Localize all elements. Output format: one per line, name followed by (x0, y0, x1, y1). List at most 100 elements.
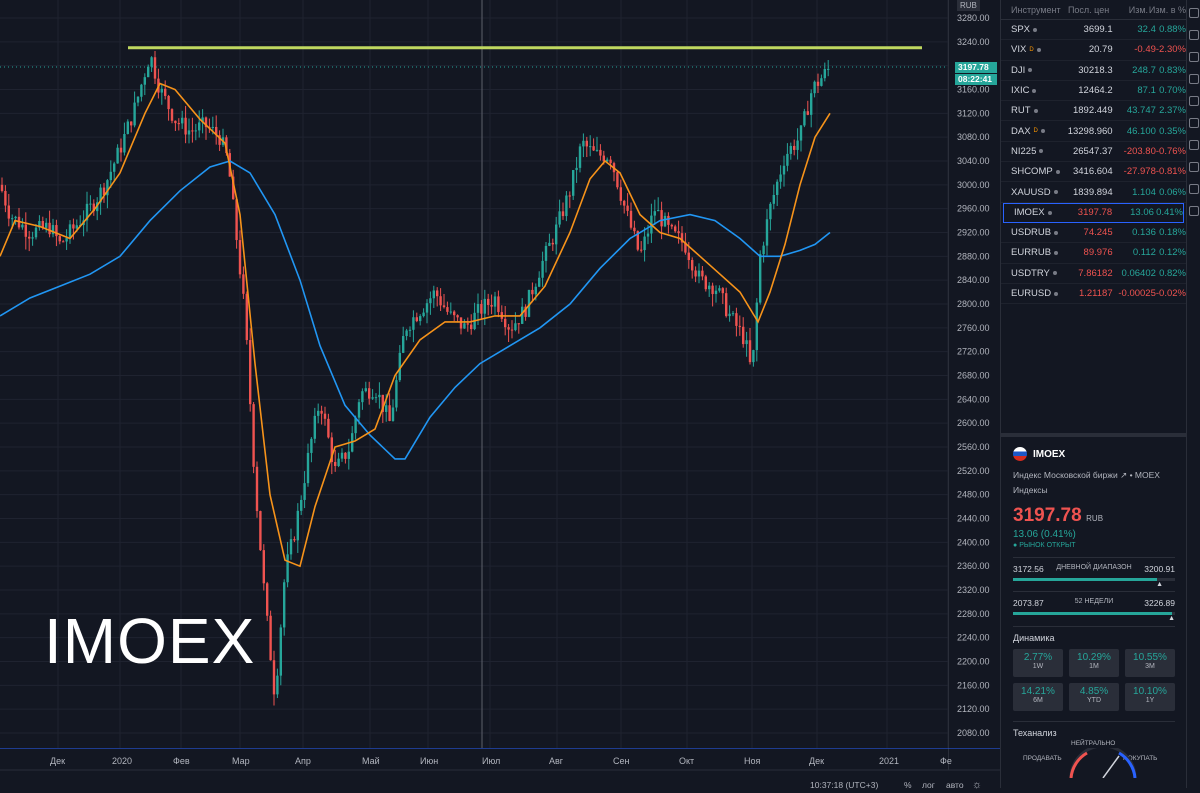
price-tick-label: 2320.00 (957, 585, 990, 595)
change: 13.06 (1130, 207, 1154, 219)
hotlist-icon[interactable] (1189, 74, 1199, 84)
last-price: 1.21187 (1078, 288, 1113, 299)
watchlist-row-vix[interactable]: VIX D 20.79 -0.49 -2.30% (1001, 40, 1186, 61)
data-window-icon[interactable] (1189, 52, 1199, 62)
watchlist-row-eurusd[interactable]: EURUSD 1.21187 -0.00025 -0.02% (1001, 284, 1186, 305)
candle-body (245, 293, 248, 341)
header-chg[interactable]: Изм. (1125, 5, 1148, 15)
watchlist-row-shcomp[interactable]: SHCOMP 3416.604 -27.978 -0.81% (1001, 162, 1186, 183)
ideas-icon[interactable] (1189, 118, 1199, 128)
candle-body (776, 181, 779, 195)
candle-body (640, 249, 643, 251)
candle-body (337, 458, 340, 466)
watchlist-icon[interactable] (1189, 8, 1199, 18)
candle-body (789, 145, 792, 154)
candle-body (283, 582, 286, 628)
candle-body (629, 210, 633, 228)
price-tick-label: 3120.00 (957, 108, 990, 118)
candle-body (623, 200, 626, 206)
candle-body (160, 88, 163, 93)
status-dot-icon (1036, 47, 1041, 52)
price-tick-label: 2880.00 (957, 251, 990, 261)
price-tick-label: 2080.00 (957, 728, 990, 738)
candle-body (813, 81, 816, 94)
watchlist-row-imoex[interactable]: IMOEX 3197.78 13.06 0.41% (1003, 202, 1184, 223)
watchlist-row-xauusd[interactable]: XAUUSD 1839.894 1.104 0.06% (1001, 182, 1186, 203)
last-price: 13298.960 (1067, 125, 1113, 137)
dynamics-period: 1W (1032, 663, 1044, 670)
percent-button[interactable]: % (904, 780, 912, 790)
candle-body (432, 290, 435, 299)
watchlist-row-eurrub[interactable]: EURRUB 89.976 0.112 0.12% (1001, 243, 1186, 264)
price-scale[interactable]: 3280.003240.003200.003160.003120.003080.… (948, 0, 1000, 770)
candle-body (568, 195, 571, 197)
candle-body (422, 312, 425, 317)
symbol-name: NI225 (1011, 145, 1037, 157)
year-low: 2073.87 (1013, 598, 1044, 608)
candle-body (572, 170, 575, 196)
dynamics-period: 3M (1145, 663, 1155, 670)
candle-body (317, 410, 320, 416)
candle-body (446, 307, 449, 312)
price-tick-label: 2120.00 (957, 704, 990, 714)
russia-flag-icon (1013, 447, 1027, 461)
header-pct[interactable]: Изм. в % (1148, 5, 1186, 15)
watchlist-row-usdtry[interactable]: USDTRY 7.86182 0.06402 0.82% (1001, 264, 1186, 284)
dynamics-title: Динамика (1013, 633, 1055, 643)
dynamics-cell-1y: 10.10% 1Y (1125, 683, 1175, 711)
details-symbol[interactable]: IMOEX (1033, 449, 1065, 460)
watchlist-row-ixic[interactable]: IXIC 12464.2 87.1 0.70% (1001, 81, 1186, 102)
candle-body (735, 313, 738, 326)
candle-body (514, 323, 517, 331)
candle-body (476, 304, 480, 313)
candle-body (425, 303, 429, 313)
watchlist-row-rut[interactable]: RUT 1892.449 43.747 2.37% (1001, 101, 1186, 122)
dynamics-value: 14.21% (1021, 686, 1055, 697)
log-button[interactable]: лог (922, 780, 935, 790)
details-description[interactable]: Индекс Московской биржи (1013, 470, 1118, 480)
candle-body (24, 224, 27, 237)
status-dot-icon (1033, 27, 1038, 32)
change: -0.49 (1134, 44, 1156, 56)
candle-body (323, 413, 327, 419)
candle-body (296, 510, 299, 541)
status-dot-icon (1052, 271, 1057, 276)
candle-body (674, 226, 677, 232)
candle-body (272, 660, 276, 695)
tech-sell-label: ПРОДАВАТЬ (1023, 755, 1062, 762)
streams-icon[interactable] (1189, 162, 1199, 172)
symbol-name: RUT (1011, 105, 1031, 117)
header-last[interactable]: Посл. цен (1068, 5, 1117, 15)
settings-icon[interactable]: ☼ (972, 779, 982, 791)
time-scale[interactable]: Дек 2020 Фев Мар Апр Май Июн Июл Авг Сен Окт Ноя Дек… (0, 747, 1000, 791)
candle-body (130, 121, 133, 126)
candle-body (633, 227, 636, 232)
calendar-icon[interactable] (1189, 96, 1199, 106)
countdown-label: 08:22:41 (955, 74, 997, 85)
help-icon[interactable] (1189, 206, 1199, 216)
candle-body (820, 78, 823, 86)
candle-body (748, 340, 752, 363)
candle-body (334, 461, 337, 466)
details-exchange[interactable]: MOEX (1135, 470, 1160, 480)
watchlist-row-usdrub[interactable]: USDRUB 74.245 0.136 0.18% (1001, 223, 1186, 244)
auto-button[interactable]: авто (946, 780, 964, 790)
symbol-name: IXIC (1011, 85, 1030, 97)
details-change: 13.06 (0.41%) (1013, 529, 1076, 540)
chat-icon[interactable] (1189, 140, 1199, 150)
watchlist-row-spx[interactable]: SPX 3699.1 32.4 0.88% (1001, 20, 1186, 41)
change-percent: -0.76% (1155, 145, 1186, 157)
candle-body (320, 410, 323, 414)
watchlist-row-dax[interactable]: DAX D 13298.960 46.100 0.35% (1001, 121, 1186, 142)
watchlist-row-dji[interactable]: DJI 30218.3 248.7 0.83% (1001, 61, 1186, 81)
chart-pane[interactable]: IMOEX (0, 0, 948, 770)
candle-body (385, 405, 388, 412)
candle-body (803, 111, 806, 126)
notifications-icon[interactable] (1189, 184, 1199, 194)
change-percent: 0.70% (1159, 85, 1186, 97)
header-symbol[interactable]: Инструмент (1011, 5, 1068, 15)
alerts-icon[interactable] (1189, 30, 1199, 40)
watchlist-row-ni225[interactable]: NI225 26547.37 -203.80 -0.76% (1001, 142, 1186, 163)
external-link-icon[interactable]: ↗ (1120, 470, 1127, 480)
candle-body (143, 77, 146, 85)
